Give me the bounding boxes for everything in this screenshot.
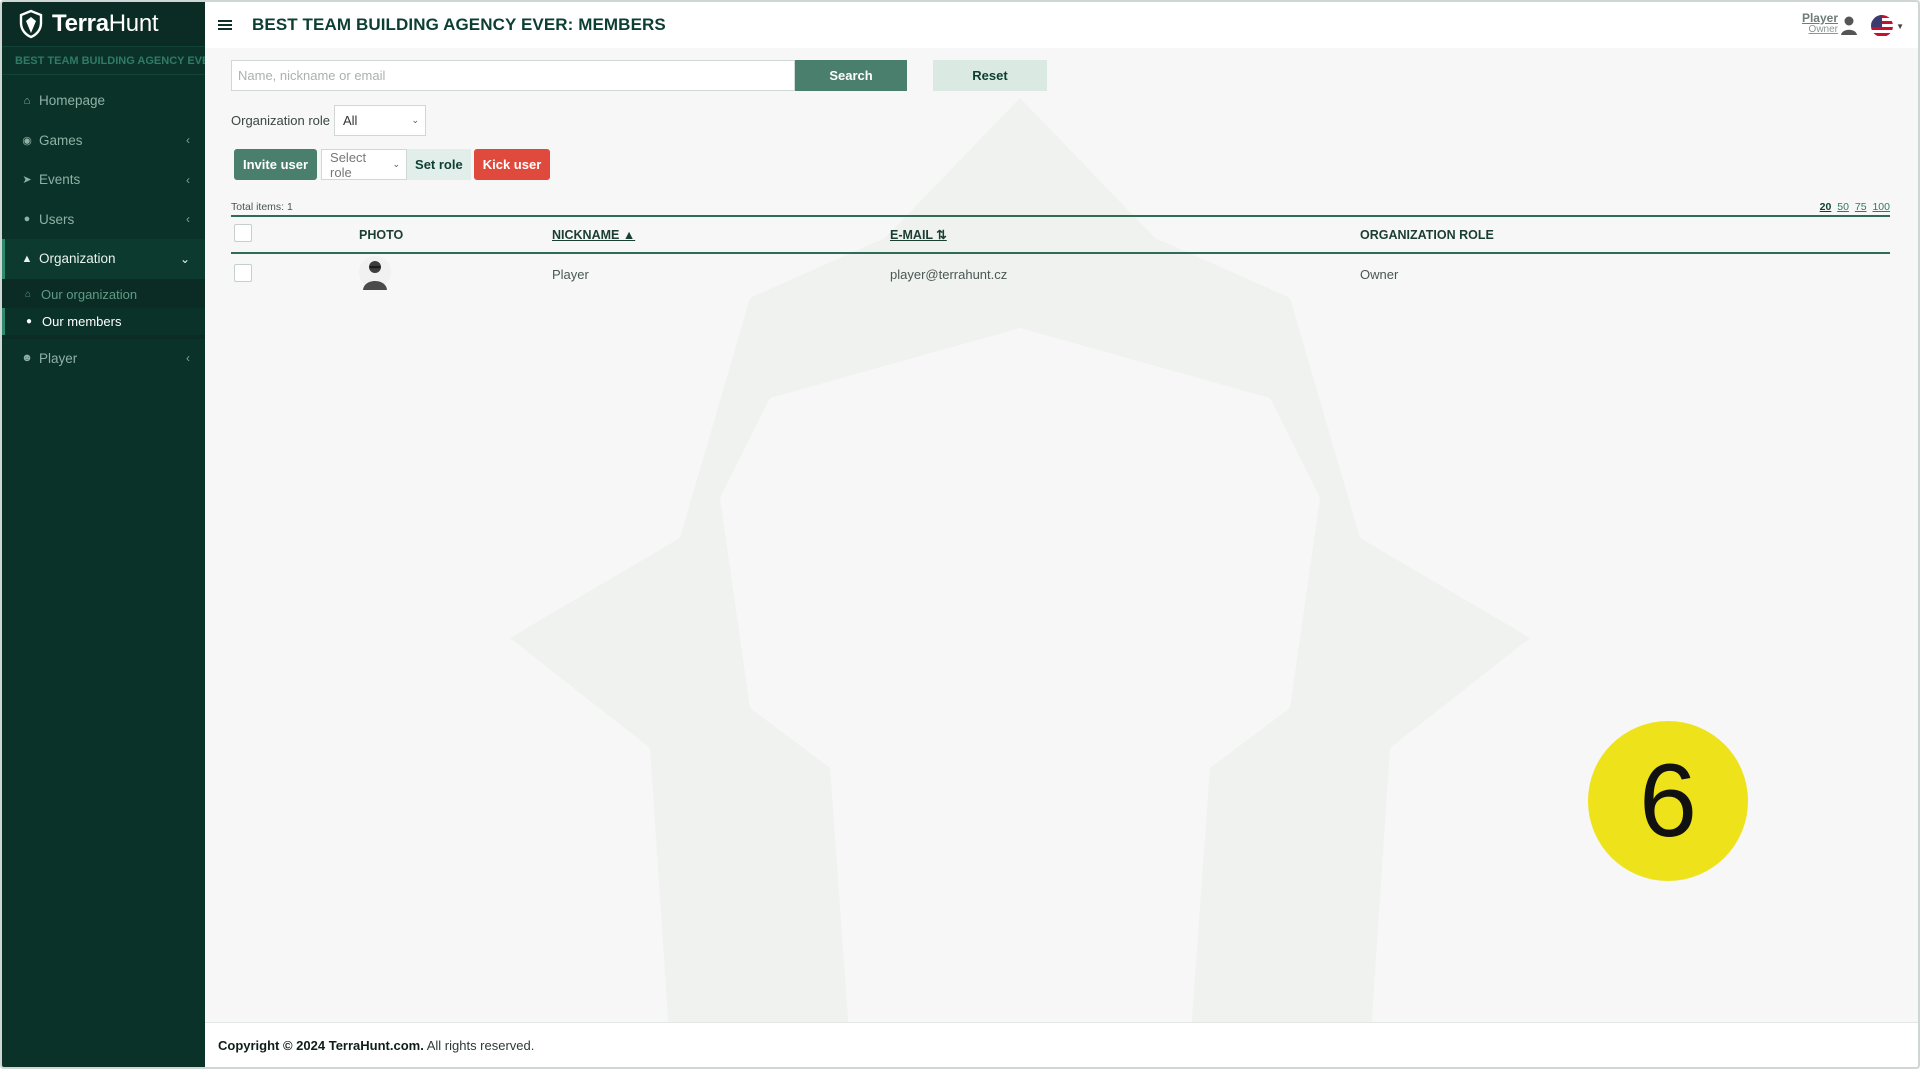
sidebar: TerraHunt BEST TEAM BUILDING AGENCY EVER… [2,2,205,1067]
page-size-100[interactable]: 100 [1872,201,1890,213]
chevron-left-icon: ‹ [186,172,190,187]
row-role: Owner [1360,266,1399,282]
sidebar-item-label: Games [39,132,83,148]
page-size-selector: 20 50 75 100 [1817,201,1890,213]
sidebar-item-homepage[interactable]: ⌂ Homepage [2,81,205,121]
members-panel: Search Reset Organization role All ⌄ Inv… [231,60,1890,294]
user-icon: ☻ [21,352,33,365]
sidebar-item-users[interactable]: ● Users ‹ [2,200,205,240]
user-role[interactable]: Owner [1802,24,1838,36]
members-table: PHOTO NICKNAME ▲ E-MAIL ⇅ ORGANIZATION R… [231,215,1890,294]
search-button[interactable]: Search [795,60,907,91]
sidebar-item-label: Homepage [39,93,106,109]
role-filter: Organization role All ⌄ [231,105,1890,136]
app-window: TerraHunt BEST TEAM BUILDING AGENCY EVER… [0,0,1920,1069]
column-nickname-sort[interactable]: NICKNAME ▲ [552,228,635,242]
top-header: BEST TEAM BUILDING AGENCY EVER: MEMBERS … [205,2,1918,48]
organization-submenu: ⌂ Our organization ● Our members [2,278,205,339]
sidebar-subitem-our-organization[interactable]: ⌂ Our organization [2,281,205,308]
page-title: BEST TEAM BUILDING AGENCY EVER: MEMBERS [252,15,666,34]
table-row: Player player@terrahunt.cz Owner [231,253,1890,294]
row-checkbox[interactable] [234,263,252,282]
table-header-row: PHOTO NICKNAME ▲ E-MAIL ⇅ ORGANIZATION R… [231,216,1890,253]
column-email-sort[interactable]: E-MAIL ⇅ [890,228,947,242]
users-icon: ● [23,213,31,226]
select-all-checkbox[interactable] [234,224,252,242]
row-email: player@terrahunt.cz [890,266,1008,282]
role-filter-label: Organization role [231,113,330,128]
users-icon: ● [25,315,33,327]
sidebar-item-label: Users [39,211,75,227]
column-organization-role: ORGANIZATION ROLE [1360,227,1494,242]
sidebar-item-player[interactable]: ☻ Player ‹ [2,339,205,379]
column-photo: PHOTO [359,227,404,242]
kick-user-button[interactable]: Kick user [473,149,551,180]
set-role-button[interactable]: Set role [407,149,471,180]
select-role-dropdown[interactable]: Select role ⌄ [321,149,408,180]
chevron-down-icon: ⌄ [179,251,190,266]
chevron-left-icon: ‹ [186,133,190,148]
table-meta: Total items: 1 20 50 75 100 [231,199,1890,213]
page-size-20[interactable]: 20 [1820,201,1832,213]
sidebar-subitem-our-members[interactable]: ● Our members [2,307,205,335]
chevron-left-icon: ‹ [186,212,190,227]
caret-down-icon: ▼ [1896,21,1904,31]
row-nickname: Player [552,266,589,282]
sidebar-item-label: Organization [39,251,116,267]
footer: Copyright © 2024 TerraHunt.com. All righ… [205,1022,1918,1067]
copyright-rest: All rights reserved. [423,1037,535,1053]
sidebar-item-label: Events [39,172,81,188]
chevron-down-icon: ⌄ [411,115,419,125]
logo[interactable]: TerraHunt [2,2,205,47]
sidebar-subitem-label: Our members [42,313,122,329]
total-items: Total items: 1 [231,201,293,213]
sidebar-item-games[interactable]: ◉ Games ‹ [2,121,205,161]
chevron-down-icon: ⌄ [392,159,401,169]
rocket-icon: ➤ [22,174,32,187]
sidebar-nav: ⌂ Homepage ◉ Games ‹ ➤ Events ‹ ● Users … [2,75,205,378]
select-role-value: Select role [330,149,367,180]
chevron-left-icon: ‹ [186,351,190,366]
avatar[interactable] [1840,15,1858,35]
terrahunt-logo-icon [19,9,43,39]
organization-name: BEST TEAM BUILDING AGENCY EVER [2,47,205,75]
step-number-badge: 6 [1588,721,1748,881]
language-switcher[interactable]: ▼ [1871,15,1904,37]
user-menu[interactable]: Player Owner [1802,12,1838,35]
gamepad-icon: ◉ [22,134,32,147]
search-input[interactable] [231,60,795,91]
bulk-actions: Invite user Select role ⌄ Set role Kick … [234,149,1890,180]
avatar [359,256,391,290]
sidebar-item-events[interactable]: ➤ Events ‹ [2,160,205,200]
sidebar-item-label: Player [39,350,78,366]
sitemap-icon: ▲ [21,252,33,265]
us-flag-icon [1871,15,1894,37]
sidebar-subitem-label: Our organization [41,286,138,302]
user-name[interactable]: Player [1802,12,1838,25]
copyright-bold: Copyright © 2024 TerraHunt.com. [218,1037,424,1053]
page-size-75[interactable]: 75 [1855,201,1867,213]
search-bar: Search Reset [231,60,1890,91]
reset-button[interactable]: Reset [933,60,1047,91]
sidebar-item-organization[interactable]: ▲ Organization ⌄ [2,239,205,279]
page-size-50[interactable]: 50 [1837,201,1849,213]
home-icon: ⌂ [24,288,32,300]
logo-text: TerraHunt [52,10,159,37]
role-filter-value: All [343,113,358,128]
role-filter-select[interactable]: All ⌄ [334,105,426,136]
home-icon: ⌂ [23,94,31,107]
invite-user-button[interactable]: Invite user [234,149,318,180]
menu-toggle-icon[interactable] [218,20,232,30]
